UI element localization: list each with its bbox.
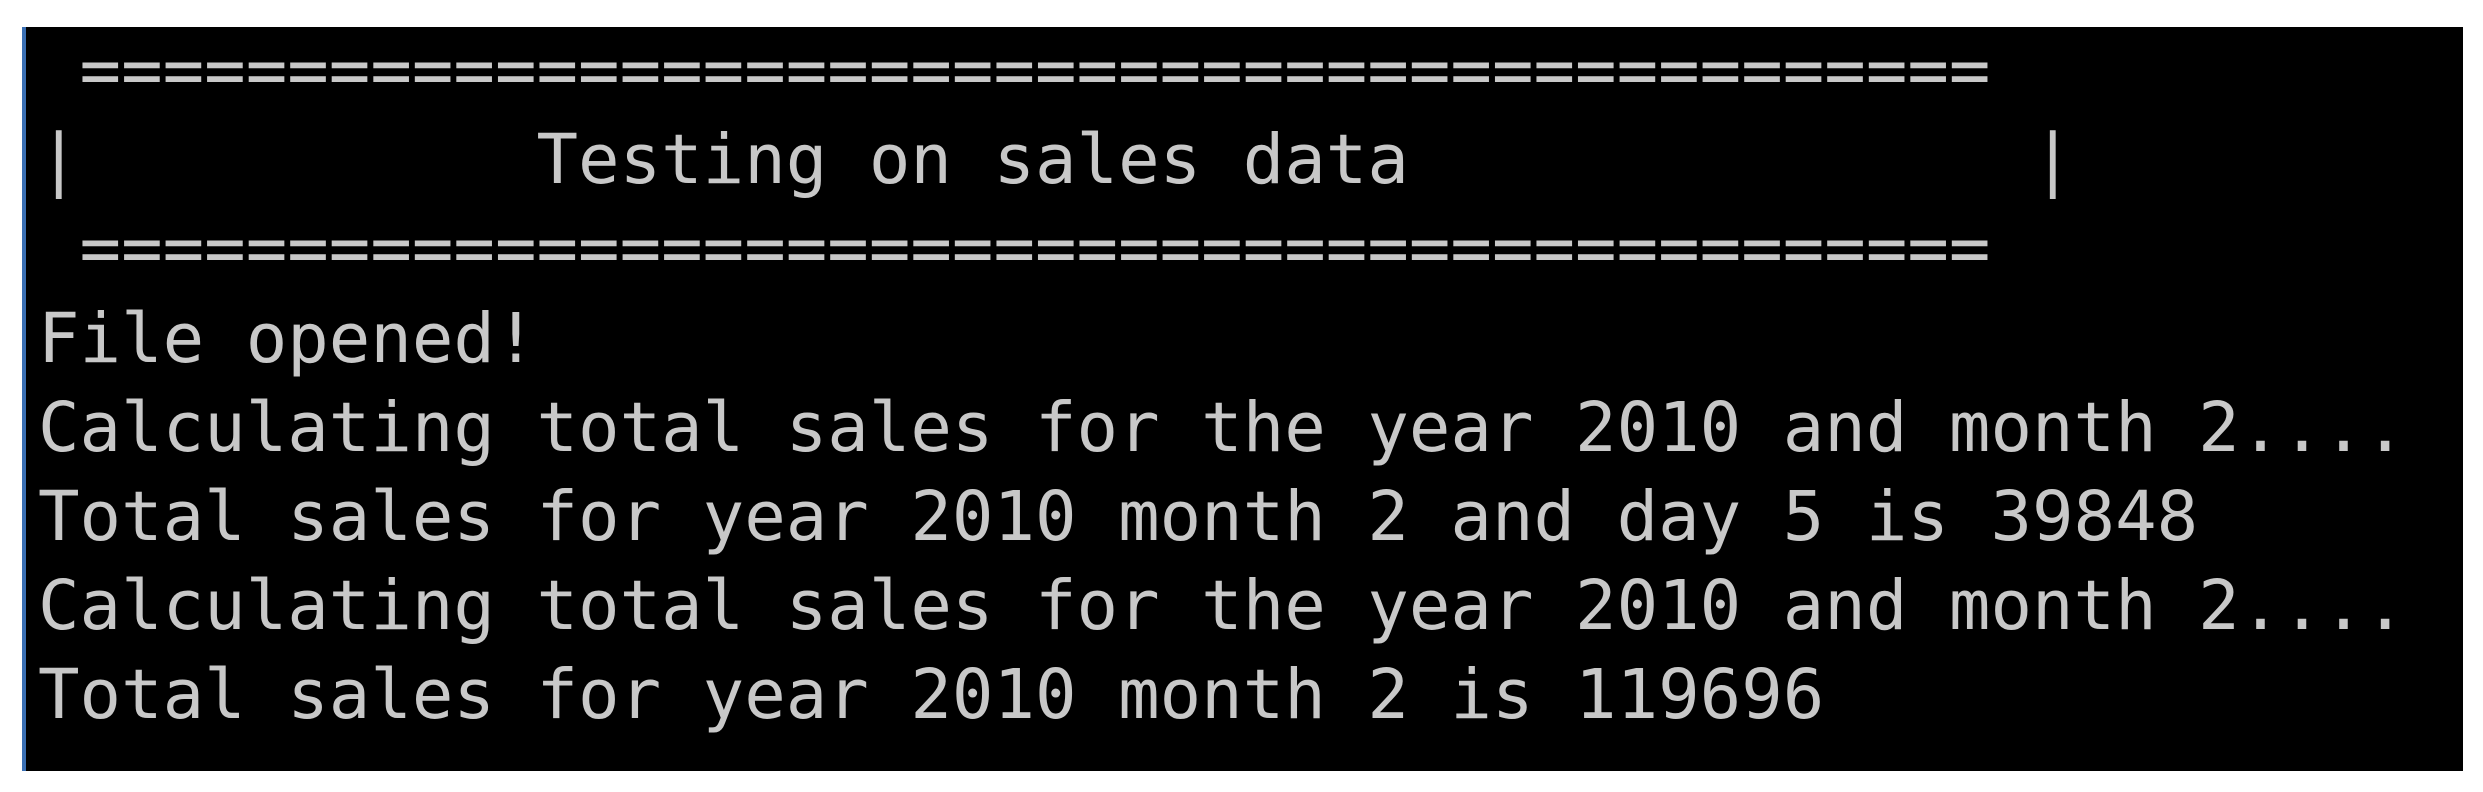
output-line: Calculating total sales for the year 201… — [38, 566, 2406, 646]
output-line: Calculating total sales for the year 201… — [38, 388, 2406, 468]
console-window[interactable]: ========================================… — [22, 27, 2463, 771]
banner-title: | Testing on sales data | — [38, 120, 2074, 200]
output-line: Total sales for year 2010 month 2 is 119… — [38, 655, 1825, 735]
banner-rule-top: ========================================… — [38, 31, 1991, 111]
banner-rule-bottom: ========================================… — [38, 209, 1991, 289]
output-line: File opened! — [38, 299, 537, 379]
output-line: Total sales for year 2010 month 2 and da… — [38, 477, 2199, 557]
